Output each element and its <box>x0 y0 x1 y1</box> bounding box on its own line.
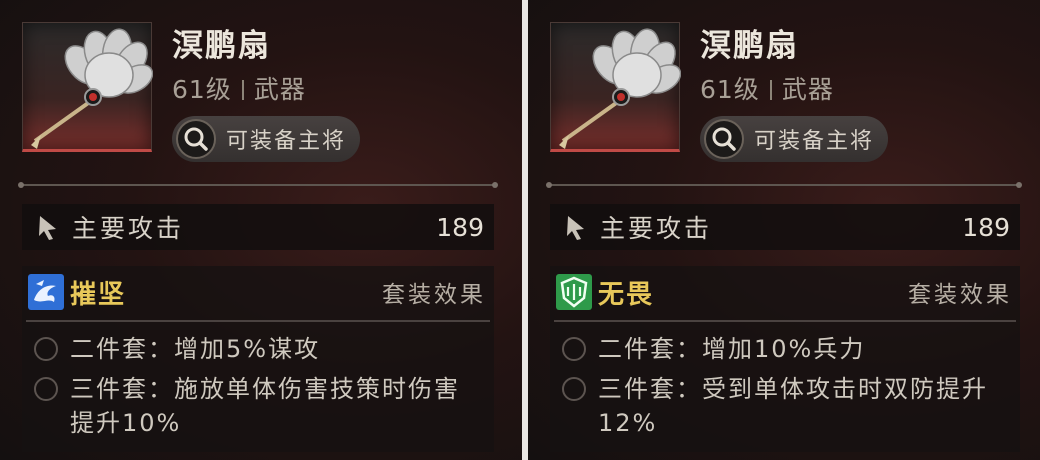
magnifier-icon <box>704 119 744 159</box>
bonus-inactive-circle <box>34 337 58 361</box>
item-level: 61级 <box>700 75 760 104</box>
set-name: 摧坚 <box>70 279 127 310</box>
set-divider <box>26 320 490 322</box>
stat-label: 主要攻击 <box>600 214 713 243</box>
two-piece-bonus-text: 二件套：增加10%兵力 <box>598 335 866 363</box>
bonus-inactive-circle <box>562 337 586 361</box>
item-icon-frame[interactable] <box>550 22 681 152</box>
item-name: 溟鹏扇 <box>172 28 271 64</box>
bonus-inactive-circle <box>34 377 58 401</box>
set-bonus-panel: 无畏 套装效果 二件套：增加10%兵力 三件套：受到单体攻击时双防提升12% <box>550 266 1020 452</box>
item-tooltip-card-left: 溟鹏扇 61级 武器 可装备主将 主要攻击 189 摧坚 套装效果 二件套：增加5… <box>0 0 522 460</box>
separator <box>241 80 244 100</box>
two-piece-bonus: 二件套：增加5%谋攻 <box>34 332 484 366</box>
three-piece-bonus: 三件套：施放单体伤害技策时伤害提升10% <box>34 372 474 440</box>
set-effect-label: 套装效果 <box>382 282 486 308</box>
bonus-inactive-circle <box>562 377 586 401</box>
stat-value: 189 <box>962 212 1010 242</box>
item-name: 溟鹏扇 <box>700 28 799 64</box>
set-name: 无畏 <box>598 279 655 310</box>
cursor-arrow-icon <box>39 216 56 240</box>
two-piece-bonus-text: 二件套：增加5%谋攻 <box>70 335 321 363</box>
feather-fan-icon <box>31 28 153 149</box>
item-icon-frame[interactable] <box>22 22 153 152</box>
item-level-type: 61级 武器 <box>700 70 834 106</box>
item-level: 61级 <box>172 75 232 104</box>
main-attack-stat-row: 主要攻击 189 <box>550 204 1020 250</box>
equip-general-button[interactable]: 可装备主将 <box>172 116 361 162</box>
set-effect-label: 套装效果 <box>908 282 1012 308</box>
equip-general-button[interactable]: 可装备主将 <box>700 116 889 162</box>
set-header: 摧坚 套装效果 <box>22 272 494 312</box>
blue-swirl-icon <box>28 274 64 310</box>
section-divider <box>18 182 498 188</box>
equip-general-label: 可装备主将 <box>226 129 347 154</box>
separator <box>769 80 772 100</box>
three-piece-bonus-text: 三件套：施放单体伤害技策时伤害提升10% <box>70 375 460 437</box>
section-divider <box>546 182 1022 188</box>
magnifier-icon <box>176 119 216 159</box>
set-bonus-panel: 摧坚 套装效果 二件套：增加5%谋攻 三件套：施放单体伤害技策时伤害提升10% <box>22 266 494 452</box>
three-piece-bonus-text: 三件套：受到单体攻击时双防提升12% <box>598 375 988 437</box>
set-divider <box>554 320 1016 322</box>
equip-general-label: 可装备主将 <box>754 129 875 154</box>
cursor-arrow-icon <box>567 216 584 240</box>
set-header: 无畏 套装效果 <box>550 272 1020 312</box>
item-tooltip-card-right: 溟鹏扇 61级 武器 可装备主将 主要攻击 189 无畏 套装效果 二件套：增加1… <box>528 0 1040 460</box>
feather-fan-icon <box>559 28 681 149</box>
main-attack-stat-row: 主要攻击 189 <box>22 204 494 250</box>
green-shield-icon <box>556 274 592 310</box>
item-type: 武器 <box>253 75 306 104</box>
item-type: 武器 <box>781 75 834 104</box>
stat-value: 189 <box>436 212 484 242</box>
item-level-type: 61级 武器 <box>172 70 306 106</box>
stat-label: 主要攻击 <box>72 214 185 243</box>
two-piece-bonus: 二件套：增加10%兵力 <box>562 332 1012 366</box>
three-piece-bonus: 三件套：受到单体攻击时双防提升12% <box>562 372 1002 440</box>
